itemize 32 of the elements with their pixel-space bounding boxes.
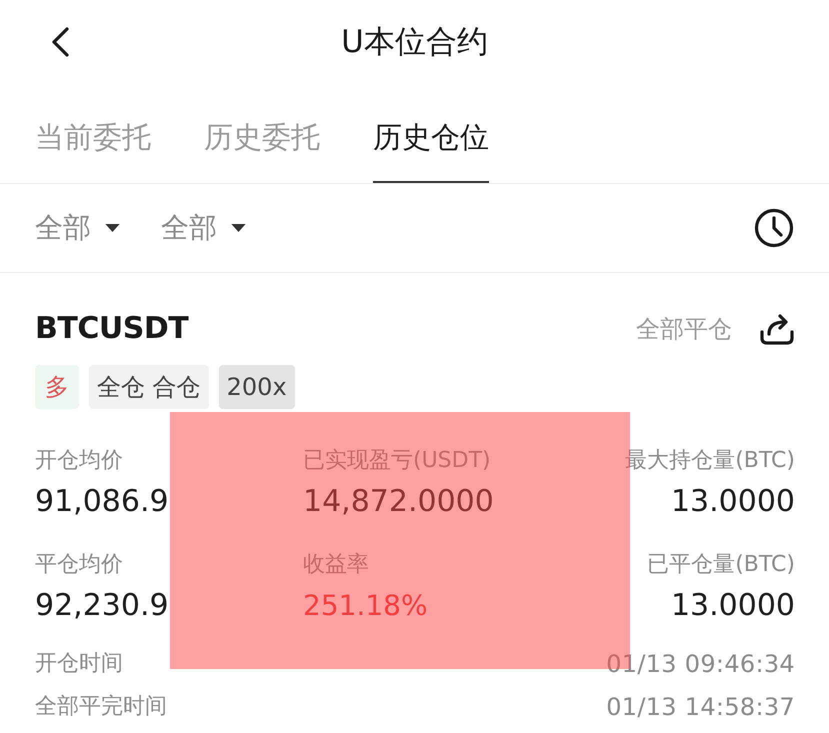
share-icon [759,312,795,346]
stat-value: 13.0000 [670,587,795,625]
close-all-button[interactable]: 全部平仓 [636,312,732,346]
back-button[interactable] [50,27,70,57]
history-button[interactable] [754,208,794,248]
leverage-tag: 200x [218,365,295,409]
caret-icon [231,224,246,232]
stat-label: 已平仓量(BTC) [647,551,795,579]
back-icon [50,27,70,57]
time-label: 全部平完时间 [35,693,167,721]
time-value: 01/13 09:46:34 [606,649,795,679]
symbol-title: BTCUSDT [35,310,188,348]
tab[interactable]: 当前委托 [35,117,151,183]
time-value: 01/13 14:58:37 [606,692,795,722]
caret-icon [105,224,120,232]
stat-label: 开仓均价 [35,447,124,475]
side-tag: 多 [35,365,79,409]
stat-value: 92,230.9 [35,587,170,625]
stat-value: 91,086.9 [35,483,170,521]
stat-value: 251.18% [303,588,429,624]
clock-icon [754,208,794,248]
margin-mode-tag: 全仓 合仓 [89,365,209,409]
filter-dropdown[interactable]: 全部 [35,208,120,248]
stat-label: 平仓均价 [35,551,124,579]
tab[interactable]: 历史委托 [204,117,320,183]
filter-dropdown[interactable]: 全部 [161,208,246,248]
stat-value: 14,872.0000 [303,483,495,521]
page-title: U本位合约 [341,23,488,62]
share-button[interactable] [759,312,795,346]
time-label: 开仓时间 [35,650,123,678]
tab[interactable]: 历史仓位 [373,117,489,183]
stat-value: 13.0000 [670,483,795,521]
